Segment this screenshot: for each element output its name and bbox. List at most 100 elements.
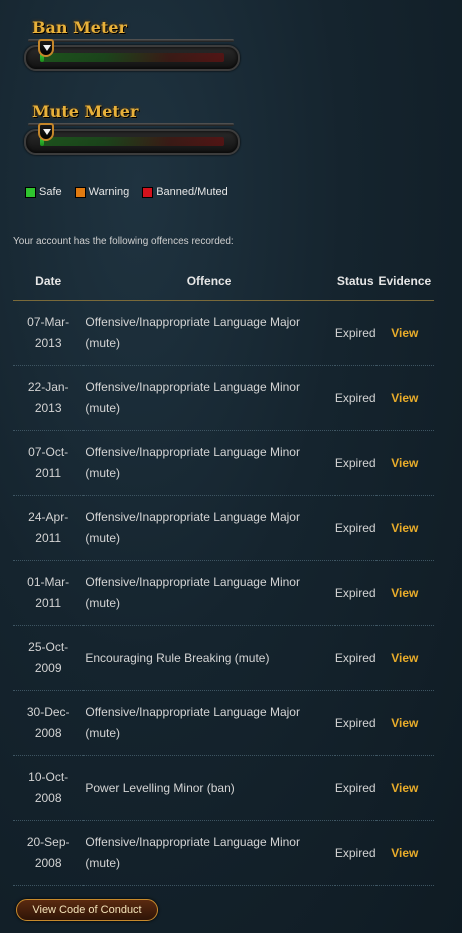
offence-date: 22-Jan- 2013 bbox=[13, 365, 84, 431]
offence-date-year: 2013 bbox=[34, 401, 62, 415]
offence-date: 20-Sep- 2008 bbox=[13, 820, 84, 886]
offence-date-year: 2013 bbox=[34, 336, 62, 350]
offence-status: Expired bbox=[334, 300, 376, 366]
mute-meter-bar bbox=[24, 123, 240, 155]
offence-date-day: 07-Oct- bbox=[28, 445, 69, 459]
offence-date: 07-Oct- 2011 bbox=[13, 430, 84, 496]
offence-type: Encouraging Rule Breaking (mute) bbox=[85, 650, 270, 665]
offence-status: Expired bbox=[334, 365, 376, 431]
offence-description: Offensive/Inappropriate Language Minor (m… bbox=[83, 820, 335, 886]
view-evidence-link[interactable]: View bbox=[391, 716, 418, 730]
legend-label-warning: Warning bbox=[88, 186, 130, 198]
offence-date-day: 24-Apr- bbox=[28, 510, 69, 524]
safe-swatch bbox=[25, 186, 36, 198]
ban-meter-track bbox=[40, 53, 224, 62]
table-row: 07-Oct- 2011 Offensive/Inappropriate Langu… bbox=[13, 430, 434, 496]
warning-swatch bbox=[74, 186, 86, 198]
offence-status: Expired bbox=[334, 560, 376, 626]
view-evidence-link[interactable]: View bbox=[391, 326, 418, 340]
offence-date: 10-Oct- 2008 bbox=[13, 755, 84, 821]
offence-status: Expired bbox=[334, 755, 376, 821]
offence-evidence: View bbox=[375, 820, 434, 886]
ban-meter-bar bbox=[24, 39, 240, 71]
offence-date-year: 2011 bbox=[35, 466, 62, 480]
offence-type: Offensive/Inappropriate Language Minor bbox=[85, 835, 300, 849]
offence-description: Offensive/Inappropriate Language Minor (m… bbox=[83, 560, 335, 626]
offence-evidence: View bbox=[375, 690, 434, 756]
column-header-evidence: Evidence bbox=[375, 262, 434, 301]
legend-item-banned-muted: Banned/Muted bbox=[142, 186, 228, 198]
offence-date-year: 2011 bbox=[35, 531, 62, 545]
offence-status: Expired bbox=[334, 430, 376, 496]
offence-type: Offensive/Inappropriate Language Major bbox=[85, 315, 300, 329]
offence-evidence: View bbox=[375, 300, 434, 366]
column-header-status: Status bbox=[334, 262, 376, 301]
offence-type: Offensive/Inappropriate Language Minor bbox=[85, 445, 300, 459]
offence-status: Expired bbox=[334, 625, 376, 691]
offence-type: Offensive/Inappropriate Language Major bbox=[85, 510, 300, 524]
offence-penalty: (mute) bbox=[85, 401, 121, 415]
offence-penalty: (mute) bbox=[85, 726, 121, 740]
offence-type: Offensive/Inappropriate Language Major bbox=[85, 705, 300, 719]
view-evidence-link[interactable]: View bbox=[391, 781, 418, 795]
offence-date-day: 10-Oct- bbox=[28, 770, 69, 784]
offence-date-day: 30-Dec- bbox=[26, 705, 70, 719]
table-row: 24-Apr- 2011 Offensive/Inappropriate Langu… bbox=[13, 495, 434, 561]
offence-penalty: (mute) bbox=[85, 336, 121, 350]
offence-penalty: (mute) bbox=[85, 531, 121, 545]
view-evidence-link[interactable]: View bbox=[391, 391, 418, 405]
view-evidence-link[interactable]: View bbox=[391, 456, 418, 470]
offences-intro-text: Your account has the following offences … bbox=[13, 236, 234, 247]
offence-evidence: View bbox=[375, 495, 434, 561]
offence-penalty: (mute) bbox=[85, 596, 121, 610]
ban-meter-pointer-icon bbox=[38, 39, 54, 57]
view-code-of-conduct-button[interactable]: View Code of Conduct bbox=[16, 899, 158, 921]
view-evidence-link[interactable]: View bbox=[391, 846, 418, 860]
offence-type: Power Levelling Minor (ban) bbox=[85, 780, 235, 795]
ban-meter-title: Ban Meter bbox=[32, 18, 127, 37]
offence-date-day: 22-Jan- bbox=[27, 380, 69, 394]
view-evidence-link[interactable]: View bbox=[391, 651, 418, 665]
offence-description: Offensive/Inappropriate Language Minor (m… bbox=[83, 365, 335, 431]
table-row: 22-Jan- 2013 Offensive/Inappropriate Langu… bbox=[13, 365, 434, 431]
banned-muted-swatch bbox=[142, 186, 154, 198]
offence-date-day: 25-Oct- bbox=[28, 640, 69, 654]
offence-description: Offensive/Inappropriate Language Major (m… bbox=[83, 690, 335, 756]
offence-status: Expired bbox=[334, 690, 376, 756]
offence-description: Offensive/Inappropriate Language Minor (m… bbox=[83, 430, 335, 496]
offence-penalty: (mute) bbox=[85, 466, 121, 480]
legend-item-warning: Warning bbox=[74, 186, 130, 198]
offence-date-day: 20-Sep- bbox=[26, 835, 70, 849]
offence-date-year: 2009 bbox=[34, 661, 62, 675]
column-header-offence: Offence bbox=[83, 262, 335, 301]
offence-type: Offensive/Inappropriate Language Minor bbox=[85, 380, 300, 394]
table-row: 30-Dec- 2008 Offensive/Inappropriate Langu… bbox=[13, 690, 434, 756]
column-header-date: Date bbox=[13, 262, 84, 301]
view-evidence-link[interactable]: View bbox=[391, 521, 418, 535]
table-header-row: Date Offence Status Evidence bbox=[13, 262, 434, 301]
table-row: 25-Oct- 2009 Encouraging Rule Breaking (mu… bbox=[13, 625, 434, 691]
table-row: 20-Sep- 2008 Offensive/Inappropriate Langu… bbox=[13, 820, 434, 886]
mute-meter-title: Mute Meter bbox=[32, 102, 139, 121]
offence-date-day: 01-Mar- bbox=[27, 575, 70, 589]
legend-label-banned-muted: Banned/Muted bbox=[156, 186, 228, 198]
mute-meter: Mute Meter bbox=[24, 102, 240, 155]
offences-table: Date Offence Status Evidence 07-Mar- 2013… bbox=[13, 262, 434, 886]
offence-date: 24-Apr- 2011 bbox=[13, 495, 84, 561]
offence-description: Power Levelling Minor (ban) bbox=[83, 755, 335, 821]
offence-penalty: (mute) bbox=[85, 856, 121, 870]
offence-evidence: View bbox=[375, 430, 434, 496]
offence-date: 07-Mar- 2013 bbox=[13, 300, 84, 366]
offence-date-year: 2008 bbox=[34, 726, 62, 740]
ban-meter: Ban Meter bbox=[24, 18, 240, 71]
offence-date-year: 2008 bbox=[34, 791, 62, 805]
meter-legend: Safe Warning Banned/Muted bbox=[25, 186, 241, 198]
view-evidence-link[interactable]: View bbox=[391, 586, 418, 600]
offence-description: Offensive/Inappropriate Language Major (m… bbox=[83, 495, 335, 561]
offence-type: Offensive/Inappropriate Language Minor bbox=[85, 575, 300, 589]
mute-meter-pointer-icon bbox=[38, 123, 54, 141]
table-row: 01-Mar- 2011 Offensive/Inappropriate Langu… bbox=[13, 560, 434, 626]
mute-meter-divider bbox=[28, 123, 234, 126]
mute-meter-track bbox=[40, 137, 224, 146]
legend-item-safe: Safe bbox=[25, 186, 62, 198]
